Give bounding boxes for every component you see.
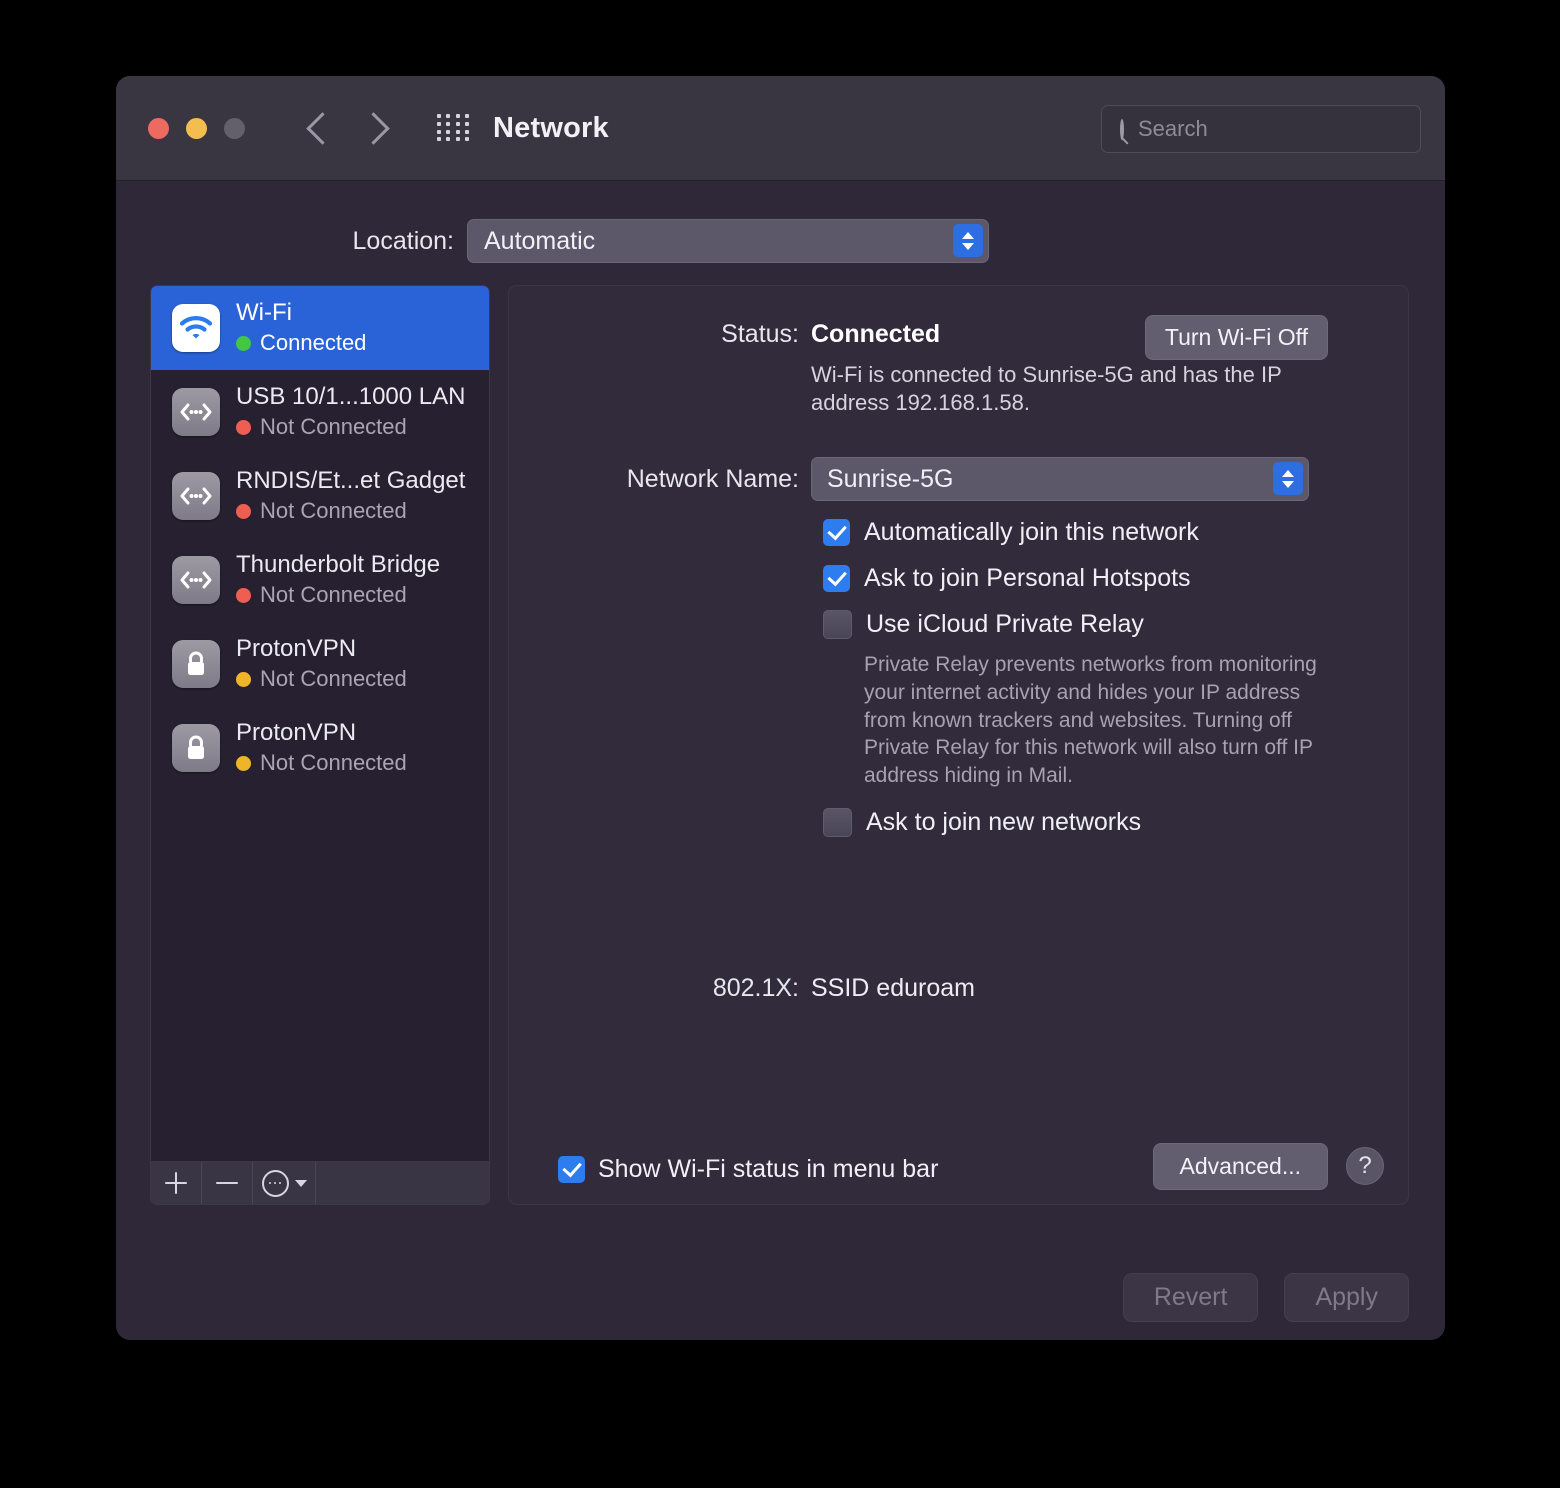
forward-icon[interactable] xyxy=(357,112,390,145)
show-wifi-status-label: Show Wi-Fi status in menu bar xyxy=(598,1155,938,1184)
apply-button[interactable]: Apply xyxy=(1284,1273,1409,1322)
sidebar-item-protonvpn-2[interactable]: ProtonVPN Not Connected xyxy=(151,706,489,790)
show-all-icon[interactable] xyxy=(437,114,471,142)
zoom-button[interactable] xyxy=(224,118,245,139)
status-dot xyxy=(236,672,251,687)
turn-wifi-off-button[interactable]: Turn Wi-Fi Off xyxy=(1145,315,1328,360)
status-dot xyxy=(236,504,251,519)
show-wifi-status-checkbox[interactable] xyxy=(558,1156,585,1183)
network-name-stepper-icon[interactable] xyxy=(1273,462,1303,495)
ethernet-icon xyxy=(172,472,220,520)
sidebar-item-name: USB 10/1...1000 LAN xyxy=(236,383,465,410)
network-name-select[interactable]: Sunrise-5G xyxy=(811,457,1309,501)
location-value: Automatic xyxy=(484,227,595,256)
service-sidebar: Wi-Fi Connected xyxy=(150,285,490,1205)
ethernet-icon xyxy=(172,388,220,436)
status-label: Status: xyxy=(509,320,811,349)
ethernet-icon xyxy=(172,556,220,604)
service-actions-button[interactable] xyxy=(253,1162,316,1204)
wifi-detail-panel: Status: Connected Turn Wi-Fi Off Wi-Fi i… xyxy=(508,285,1409,1205)
show-wifi-status-row[interactable]: Show Wi-Fi status in menu bar xyxy=(558,1155,938,1184)
wifi-icon xyxy=(172,304,220,352)
sidebar-item-name: ProtonVPN xyxy=(236,719,356,746)
location-row: Location: Automatic xyxy=(116,219,1445,263)
footer-buttons: Revert Apply xyxy=(1123,1273,1409,1322)
ask-join-new-networks-row[interactable]: Ask to join new networks xyxy=(823,808,1408,837)
search-field[interactable] xyxy=(1101,105,1421,153)
icloud-private-relay-checkbox[interactable] xyxy=(823,610,852,639)
ask-join-new-networks-checkbox[interactable] xyxy=(823,808,852,837)
dot1x-label: 802.1X: xyxy=(509,974,811,1003)
remove-service-button[interactable] xyxy=(202,1162,253,1204)
auto-join-network-label: Automatically join this network xyxy=(864,518,1199,547)
sidebar-item-status: Not Connected xyxy=(260,414,407,440)
sidebar-item-rndis-gadget[interactable]: RNDIS/Et...et Gadget Not Connected xyxy=(151,454,489,538)
advanced-button[interactable]: Advanced... xyxy=(1153,1143,1328,1190)
service-list: Wi-Fi Connected xyxy=(151,286,489,1161)
ask-join-hotspots-label: Ask to join Personal Hotspots xyxy=(864,564,1191,593)
location-label: Location: xyxy=(116,227,467,256)
dot1x-value: SSID eduroam xyxy=(811,974,975,1003)
traffic-light-buttons xyxy=(148,118,245,139)
navigation-arrows xyxy=(311,117,385,140)
status-dot xyxy=(236,588,251,603)
sidebar-toolbar xyxy=(151,1161,489,1204)
sidebar-item-name: ProtonVPN xyxy=(236,635,356,662)
minus-icon xyxy=(216,1172,238,1194)
icloud-private-relay-label: Use iCloud Private Relay xyxy=(866,610,1144,639)
sidebar-item-status: Not Connected xyxy=(260,582,407,608)
status-dot xyxy=(236,756,251,771)
dot1x-row: 802.1X: SSID eduroam xyxy=(509,974,975,1003)
lock-icon xyxy=(172,724,220,772)
ellipsis-circle-icon xyxy=(262,1170,289,1197)
search-icon xyxy=(1120,119,1124,140)
ask-join-hotspots-checkbox[interactable] xyxy=(823,565,850,592)
sidebar-item-status: Not Connected xyxy=(260,498,407,524)
sidebar-item-name: RNDIS/Et...et Gadget xyxy=(236,467,465,494)
sidebar-item-name: Thunderbolt Bridge xyxy=(236,551,440,578)
sidebar-item-protonvpn-1[interactable]: ProtonVPN Not Connected xyxy=(151,622,489,706)
status-dot xyxy=(236,336,251,351)
auto-join-network-row[interactable]: Automatically join this network xyxy=(823,518,1408,547)
location-select[interactable]: Automatic xyxy=(467,219,989,263)
location-stepper-icon[interactable] xyxy=(953,224,983,257)
revert-button[interactable]: Revert xyxy=(1123,1273,1259,1322)
minimize-button[interactable] xyxy=(186,118,207,139)
help-button[interactable]: ? xyxy=(1346,1147,1384,1185)
back-icon[interactable] xyxy=(306,112,339,145)
sidebar-item-usb-lan[interactable]: USB 10/1...1000 LAN Not Connected xyxy=(151,370,489,454)
lock-icon xyxy=(172,640,220,688)
network-name-row: Network Name: Sunrise-5G xyxy=(509,457,1408,501)
icloud-private-relay-row[interactable]: Use iCloud Private Relay xyxy=(823,610,1408,639)
sidebar-item-status: Not Connected xyxy=(260,666,407,692)
sidebar-toolbar-spacer xyxy=(316,1162,489,1204)
add-service-button[interactable] xyxy=(151,1162,202,1204)
chevron-down-icon xyxy=(295,1180,307,1187)
search-input[interactable] xyxy=(1138,116,1426,142)
sidebar-item-status: Not Connected xyxy=(260,750,407,776)
sidebar-item-thunderbolt-bridge[interactable]: Thunderbolt Bridge Not Connected xyxy=(151,538,489,622)
page-title: Network xyxy=(493,112,609,145)
ask-join-new-networks-label: Ask to join new networks xyxy=(866,808,1141,837)
private-relay-description: Private Relay prevents networks from mon… xyxy=(864,651,1340,790)
status-value: Connected xyxy=(811,320,940,349)
auto-join-network-checkbox[interactable] xyxy=(823,519,850,546)
status-description: Wi-Fi is connected to Sunrise-5G and has… xyxy=(811,361,1291,417)
sidebar-item-wifi[interactable]: Wi-Fi Connected xyxy=(151,286,489,370)
detail-bottom-row: Show Wi-Fi status in menu bar Advanced..… xyxy=(509,1155,1408,1184)
network-preferences-window: Network Location: Automatic xyxy=(116,76,1445,1340)
sidebar-item-status: Connected xyxy=(260,330,366,356)
network-name-value: Sunrise-5G xyxy=(827,465,953,494)
ask-join-hotspots-row[interactable]: Ask to join Personal Hotspots xyxy=(823,564,1408,593)
content-area: Wi-Fi Connected xyxy=(116,285,1445,1205)
network-name-label: Network Name: xyxy=(509,465,811,494)
sidebar-item-name: Wi-Fi xyxy=(236,299,292,326)
status-dot xyxy=(236,420,251,435)
plus-icon xyxy=(165,1172,187,1194)
close-button[interactable] xyxy=(148,118,169,139)
window-titlebar: Network xyxy=(116,76,1445,181)
